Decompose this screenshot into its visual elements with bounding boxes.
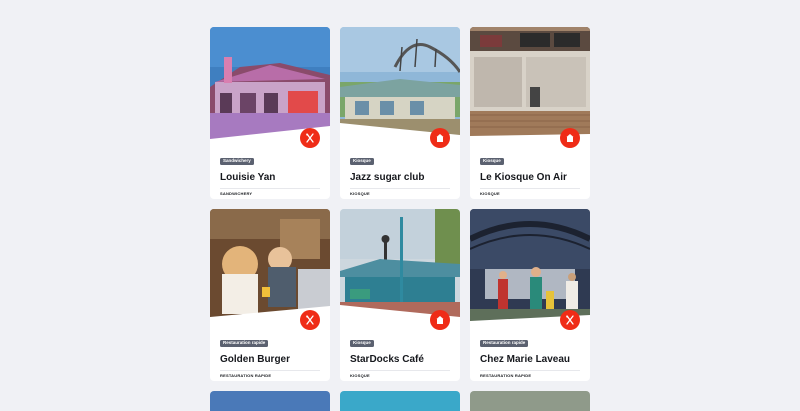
category-label: RESTAURATION RAPIDE bbox=[480, 373, 532, 378]
category-tag: Kiosque bbox=[350, 339, 374, 347]
restaurant-card-stardocks-cafe[interactable]: Kiosque StarDocks Café KIOSQUE bbox=[340, 209, 460, 381]
restaurant-photo bbox=[210, 209, 330, 321]
divider bbox=[350, 188, 450, 189]
restaurant-photo bbox=[210, 27, 330, 139]
restaurant-card-partial[interactable] bbox=[210, 391, 330, 411]
kiosk-icon bbox=[566, 134, 574, 142]
restaurant-title[interactable]: Golden Burger bbox=[220, 354, 320, 365]
restaurant-title[interactable]: Jazz sugar club bbox=[350, 172, 450, 183]
kiosk-icon-button[interactable] bbox=[430, 128, 450, 148]
cutlery-icon-button[interactable] bbox=[300, 310, 320, 330]
restaurant-card-le-kiosque-on-air[interactable]: Kiosque Le Kiosque On Air KIOSQUE bbox=[470, 27, 590, 199]
category-tag: Sandwichery bbox=[220, 157, 254, 165]
category-label: KIOSQUE bbox=[350, 191, 370, 196]
category-label: RESTAURATION RAPIDE bbox=[220, 373, 272, 378]
restaurant-card-chez-marie-laveau[interactable]: Restauration rapide Chez Marie Laveau RE… bbox=[470, 209, 590, 381]
divider bbox=[350, 370, 450, 371]
kiosk-icon bbox=[436, 316, 444, 324]
category-label: KIOSQUE bbox=[350, 373, 370, 378]
cutlery-icon bbox=[306, 315, 314, 325]
kiosk-icon bbox=[436, 134, 444, 142]
restaurant-card-golden-burger[interactable]: Restauration rapide Golden Burger RESTAU… bbox=[210, 209, 330, 381]
restaurant-card-partial[interactable] bbox=[340, 391, 460, 411]
restaurant-photo bbox=[340, 27, 460, 139]
divider bbox=[480, 188, 580, 189]
category-tag: Kiosque bbox=[480, 157, 504, 165]
category-label: SANDWICHERY bbox=[220, 191, 253, 196]
category-tag: Restauration rapide bbox=[220, 339, 269, 347]
cutlery-icon-button[interactable] bbox=[560, 310, 580, 330]
restaurant-title[interactable]: Chez Marie Laveau bbox=[480, 354, 580, 365]
category-tag: Restauration rapide bbox=[480, 339, 529, 347]
category-tag: Kiosque bbox=[350, 157, 374, 165]
restaurant-photo bbox=[470, 209, 590, 321]
restaurant-card-louisie-yan[interactable]: Sandwichery Louisie Yan SANDWICHERY bbox=[210, 27, 330, 199]
restaurant-card-partial[interactable] bbox=[470, 391, 590, 411]
divider bbox=[220, 370, 320, 371]
restaurant-photo bbox=[340, 209, 460, 321]
cutlery-icon bbox=[566, 315, 574, 325]
cutlery-icon-button[interactable] bbox=[300, 128, 320, 148]
divider bbox=[480, 370, 580, 371]
kiosk-icon-button[interactable] bbox=[430, 310, 450, 330]
restaurant-photo bbox=[470, 27, 590, 139]
kiosk-icon-button[interactable] bbox=[560, 128, 580, 148]
restaurant-grid: Sandwichery Louisie Yan SANDWICHERY Kios… bbox=[210, 27, 590, 381]
category-label: KIOSQUE bbox=[480, 191, 500, 196]
next-row-cards bbox=[210, 391, 590, 411]
restaurant-title[interactable]: StarDocks Café bbox=[350, 354, 450, 365]
cutlery-icon bbox=[306, 133, 314, 143]
restaurant-title[interactable]: Louisie Yan bbox=[220, 172, 320, 183]
restaurant-title[interactable]: Le Kiosque On Air bbox=[480, 172, 580, 183]
restaurant-card-jazz-sugar-club[interactable]: Kiosque Jazz sugar club KIOSQUE bbox=[340, 27, 460, 199]
divider bbox=[220, 188, 320, 189]
